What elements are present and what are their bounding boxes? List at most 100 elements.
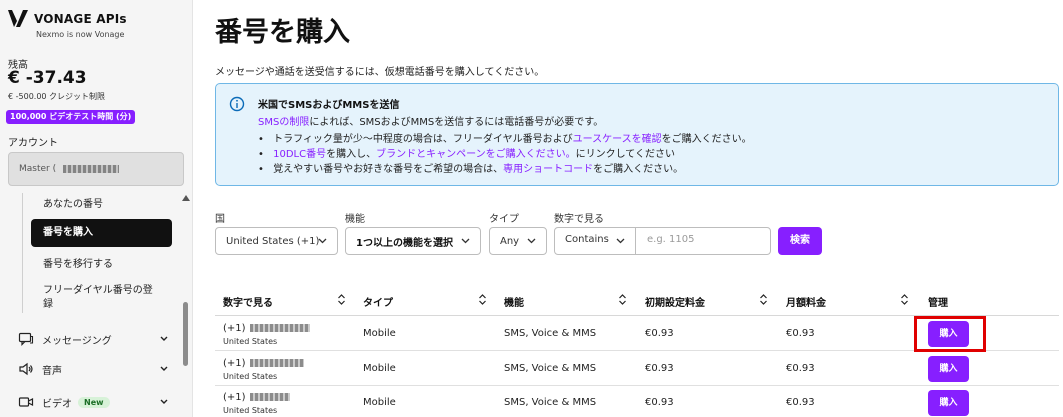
number-label: 数字で見る [554,214,604,225]
column-header-features[interactable]: 機能 [504,294,524,309]
column-header-setup-fee[interactable]: 初期設定料金 [645,294,705,309]
type-label: タイプ [489,214,519,225]
sidebar-item-your-numbers[interactable]: あなたの番号 [31,195,172,210]
column-header-manage: 管理 [928,298,948,309]
chevron-down-icon [616,238,625,244]
sidebar: VONAGE APIs Nexmo is now Vonage 残高 € -37… [0,0,193,417]
new-badge: New [78,396,110,408]
redacted-number [249,324,310,332]
setup-fee-cell: €0.93 [645,363,674,374]
type-select[interactable]: Any [489,227,547,255]
info-bullet-text: トラフィック量が少～中程度の場合は、フリーダイヤル番号および [273,134,573,145]
setup-fee-cell: €0.93 [645,328,674,339]
account-select-value: Master ( [19,164,57,174]
features-cell: SMS, Voice & MMS [504,328,597,339]
sidebar-item-port-numbers[interactable]: 番号を移行する [31,255,172,270]
feature-label: 機能 [345,214,365,225]
scroll-up-arrow-icon[interactable] [182,195,190,201]
balance-limit: € -500.00 クレジット制限 [8,92,106,101]
info-banner: 米国でSMSおよびMMSを送信 SMSの制限によれば、SMSおよびMMSを送信す… [215,83,1059,186]
buy-button[interactable]: 購入 [928,356,969,382]
match-select-value: Contains [565,234,609,245]
use-case-link[interactable]: ユースケースを確認 [573,134,662,145]
chevron-down-icon [160,366,168,371]
brand-campaign-link[interactable]: ブランドとキャンペーンをご購入ください。 [376,149,576,160]
chevron-down-icon [527,238,536,244]
table-row: (+1) United States Mobile SMS, Voice & M… [215,352,1059,386]
chevron-down-icon [318,238,327,244]
speaker-icon [19,362,33,376]
sort-icon[interactable] [338,294,345,305]
short-code-link[interactable]: 専用ショートコード [503,164,593,175]
brand[interactable]: VONAGE APIs [8,10,127,28]
chevron-down-icon [160,336,168,341]
info-bullet-text: 覚えやすい番号やお好きな番号をご希望の場合は、 [273,164,504,175]
search-button[interactable]: 検索 [778,227,822,255]
number-cell: (+1) [223,358,304,369]
type-select-value: Any [500,235,520,247]
country-select[interactable]: United States (+1) [215,227,338,255]
setup-fee-cell: €0.93 [645,397,674,408]
buy-button[interactable]: 購入 [928,390,969,416]
10dlc-link[interactable]: 10DLC番号 [273,149,326,160]
column-header-type[interactable]: タイプ [363,294,393,309]
column-header-monthly-fee[interactable]: 月額料金 [786,294,826,309]
type-cell: Mobile [363,328,396,339]
account-label: アカウント [8,138,58,149]
sidebar-item-toll-free-registration[interactable]: フリーダイヤル番号の登録 [31,284,172,312]
country-cell: United States [223,406,278,415]
sidebar-scrollbar-thumb[interactable] [183,302,188,366]
sidebar-section-messaging[interactable]: メッセージング [18,328,168,350]
highlight-box [914,316,986,352]
info-bullet-tail: をご購入ください。 [661,134,752,145]
info-bullet: 覚えやすい番号やお好きな番号をご希望の場合は、専用ショートコードをご購入ください… [258,160,683,175]
sidebar-section-video[interactable]: ビデオ New [18,391,168,413]
number-search-input[interactable]: e.g. 1105 [647,234,695,245]
table-row: (+1) United States Mobile SMS, Voice & M… [215,386,1059,417]
redacted-number [249,393,290,401]
features-cell: SMS, Voice & MMS [504,397,597,408]
info-bullet-text: を購入し、 [326,149,377,160]
match-select[interactable]: Contains [555,228,635,254]
nav-tree-line [22,193,23,313]
column-header-number[interactable]: 数字で見る [223,294,273,309]
info-bullet: 10DLC番号を購入し、ブランドとキャンペーンをご購入ください。にリンクしてくだ… [258,145,675,160]
info-line-text: によれば、SMSおよびMMSを送信するには電話番号が必要です。 [309,117,604,128]
info-bullet: トラフィック量が少～中程度の場合は、フリーダイヤル番号およびユースケースを確認を… [258,130,752,145]
chevron-down-icon [461,238,470,244]
sidebar-section-voice[interactable]: 音声 [18,358,168,380]
sort-icon[interactable] [479,294,486,305]
account-select[interactable]: Master ( [8,152,184,186]
table-header: 数字で見る タイプ 機能 初期設定料金 月額料金 管理 [215,287,1059,316]
type-cell: Mobile [363,397,396,408]
sort-icon[interactable] [760,294,767,305]
redacted-number [249,359,304,367]
monthly-fee-cell: €0.93 [786,397,815,408]
sms-limits-link[interactable]: SMSの制限 [258,117,309,128]
sidebar-section-label: ビデオ [42,398,72,410]
sidebar-item-buy-numbers[interactable]: 番号を購入 [31,219,172,247]
number-cell: (+1) [223,323,310,334]
balance-value: € -37.43 [8,68,87,88]
brand-name: VONAGE APIs [34,12,127,26]
promo-badge[interactable]: 100,000 ビデオテスト時間 (分) [6,110,136,124]
field-divider [635,228,636,254]
number-search-group: Contains e.g. 1105 [554,227,771,255]
number-cell: (+1) [223,392,290,403]
message-icon [18,332,34,346]
sort-icon[interactable] [901,294,908,305]
info-bullet-tail: をご購入ください。 [593,164,684,175]
page-description: メッセージや通話を送受信するには、仮想電話番号を購入してください。 [215,67,545,78]
brand-subtitle: Nexmo is now Vonage [36,30,125,39]
sidebar-section-label: 音声 [42,365,62,377]
number-prefix: (+1) [223,392,246,403]
feature-select[interactable]: 1つ以上の機能を選択 [345,227,481,255]
country-cell: United States [223,372,278,381]
video-icon [18,397,34,407]
vonage-logo-icon [8,10,28,27]
sidebar-section-label: メッセージング [42,335,112,347]
sort-icon[interactable] [619,294,626,305]
monthly-fee-cell: €0.93 [786,363,815,374]
info-line: SMSの制限によれば、SMSおよびMMSを送信するには電話番号が必要です。 [258,113,603,128]
redacted-account-id [62,164,119,173]
